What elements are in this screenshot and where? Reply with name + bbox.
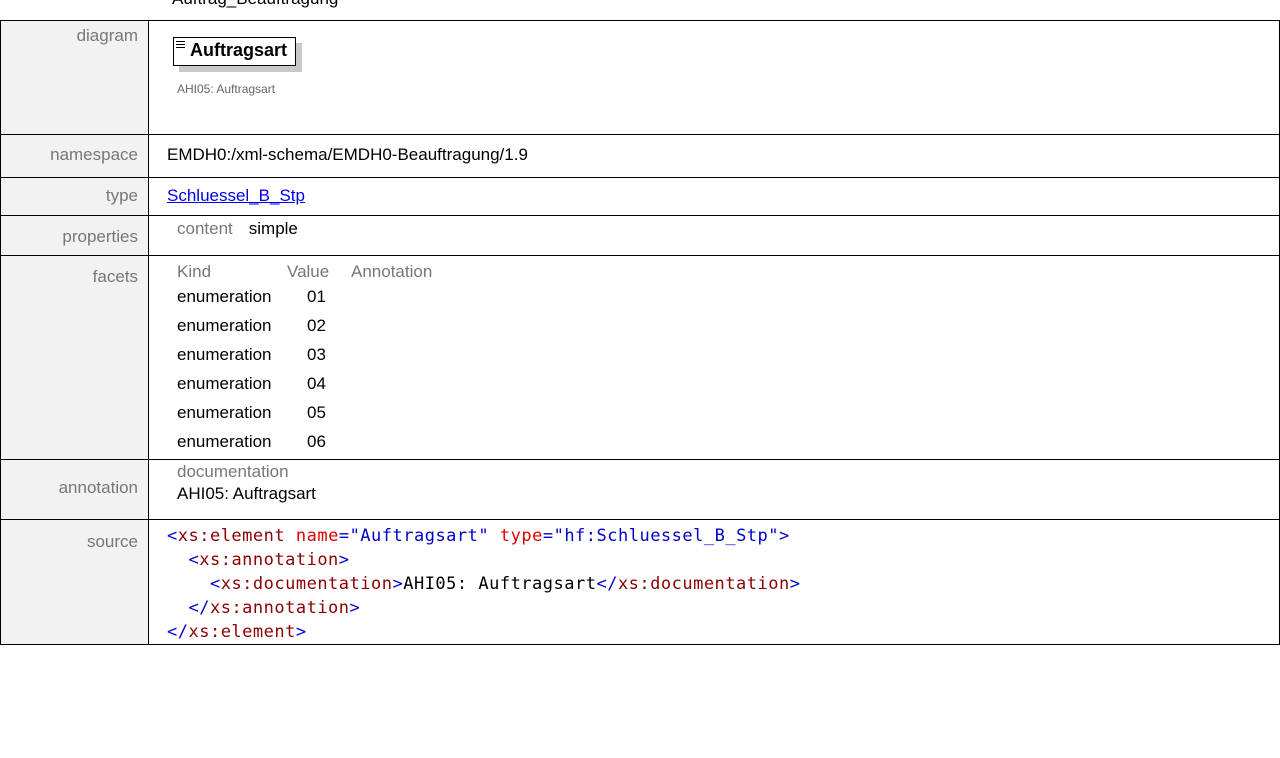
- row-diagram: diagram Auftragsart AHI05: Auftragsart: [0, 20, 1280, 135]
- properties-cell: content simple: [148, 215, 1280, 256]
- namespace-cell: EMDH0:/xml-schema/EMDH0-Beauftragung/1.9: [148, 134, 1280, 178]
- facets-header-annotation: Annotation: [351, 262, 433, 281]
- source-line-5: </xs:element>: [167, 622, 307, 642]
- facet-row: enumeration 03: [177, 340, 1279, 369]
- row-label-facets: facets: [0, 255, 149, 460]
- row-label-namespace: namespace: [0, 134, 149, 178]
- row-label-source: source: [0, 519, 149, 645]
- facet-row: enumeration 01: [177, 282, 1279, 311]
- truncated-heading: Auftrag_Beauftragung: [0, 0, 1280, 20]
- row-label-type: type: [0, 177, 149, 216]
- row-source: source <xs:element name="Auftragsart" ty…: [0, 519, 1280, 645]
- facet-kind: enumeration: [177, 403, 272, 422]
- facet-kind: enumeration: [177, 316, 272, 335]
- facet-value: 01: [307, 287, 326, 306]
- facets-header-kind: Kind: [177, 262, 212, 281]
- property-value: simple: [248, 219, 298, 238]
- facet-kind: enumeration: [177, 287, 272, 306]
- element-box-name: Auftragsart: [190, 40, 288, 60]
- facets-table: Kind Value Annotation enumeration 01 enumera…: [167, 262, 1279, 456]
- facet-value: 06: [307, 432, 326, 451]
- annotation-cell: documentation AHI05: Auftragsart: [148, 459, 1280, 520]
- row-label-properties: properties: [0, 215, 149, 256]
- truncated-heading-text: Auftrag_Beauftragung: [172, 0, 338, 9]
- xml-source: <xs:element name="Auftragsart" type="hf:…: [167, 520, 1279, 644]
- element-box-caption: AHI05: Auftragsart: [177, 82, 276, 96]
- namespace-value: EMDH0:/xml-schema/EMDH0-Beauftragung/1.9: [167, 145, 528, 164]
- facets-header-value: Value: [287, 262, 330, 281]
- facet-value: 05: [307, 403, 326, 422]
- facet-value: 02: [307, 316, 326, 335]
- row-namespace: namespace EMDH0:/xml-schema/EMDH0-Beauft…: [0, 134, 1280, 178]
- annotation-text: AHI05: Auftragsart: [177, 484, 316, 503]
- annotation-header: documentation: [177, 462, 289, 481]
- row-properties: properties content simple: [0, 215, 1280, 256]
- element-doc-table: diagram Auftragsart AHI05: Auftragsart n…: [0, 20, 1280, 645]
- row-facets: facets Kind Value Annotation enumeration 01…: [0, 255, 1280, 460]
- facets-header: Kind Value Annotation: [177, 262, 1279, 282]
- property-key: content: [177, 219, 233, 238]
- facet-kind: enumeration: [177, 345, 272, 364]
- element-diagram[interactable]: Auftragsart AHI05: Auftragsart: [173, 37, 297, 96]
- facet-row: enumeration 02: [177, 311, 1279, 340]
- facet-row: enumeration 04: [177, 369, 1279, 398]
- facet-value: 03: [307, 345, 326, 364]
- facet-kind: enumeration: [177, 432, 272, 451]
- facets-cell: Kind Value Annotation enumeration 01 enumera…: [148, 255, 1280, 460]
- type-link[interactable]: Schluessel_B_Stp: [167, 186, 305, 205]
- source-line-3: <xs:documentation>AHI05: Auftragsart</xs…: [209, 574, 801, 594]
- facet-kind: enumeration: [177, 374, 272, 393]
- row-annotation: annotation documentation AHI05: Auftrags…: [0, 459, 1280, 520]
- facet-row: enumeration 06: [177, 427, 1279, 456]
- element-lines-icon: [176, 41, 185, 49]
- type-cell: Schluessel_B_Stp: [148, 177, 1280, 216]
- source-cell: <xs:element name="Auftragsart" type="hf:…: [148, 519, 1280, 645]
- facet-row: enumeration 05: [177, 398, 1279, 427]
- source-line-1: <xs:element name="Auftragsart" type="hf:…: [167, 526, 790, 546]
- diagram-cell: Auftragsart AHI05: Auftragsart: [148, 20, 1280, 135]
- element-box[interactable]: Auftragsart: [173, 37, 297, 66]
- facet-value: 04: [307, 374, 326, 393]
- row-type: type Schluessel_B_Stp: [0, 177, 1280, 216]
- source-line-4: </xs:annotation>: [188, 598, 361, 618]
- row-label-diagram: diagram: [0, 20, 149, 135]
- row-label-annotation: annotation: [0, 459, 149, 520]
- source-line-2: <xs:annotation>: [188, 550, 350, 570]
